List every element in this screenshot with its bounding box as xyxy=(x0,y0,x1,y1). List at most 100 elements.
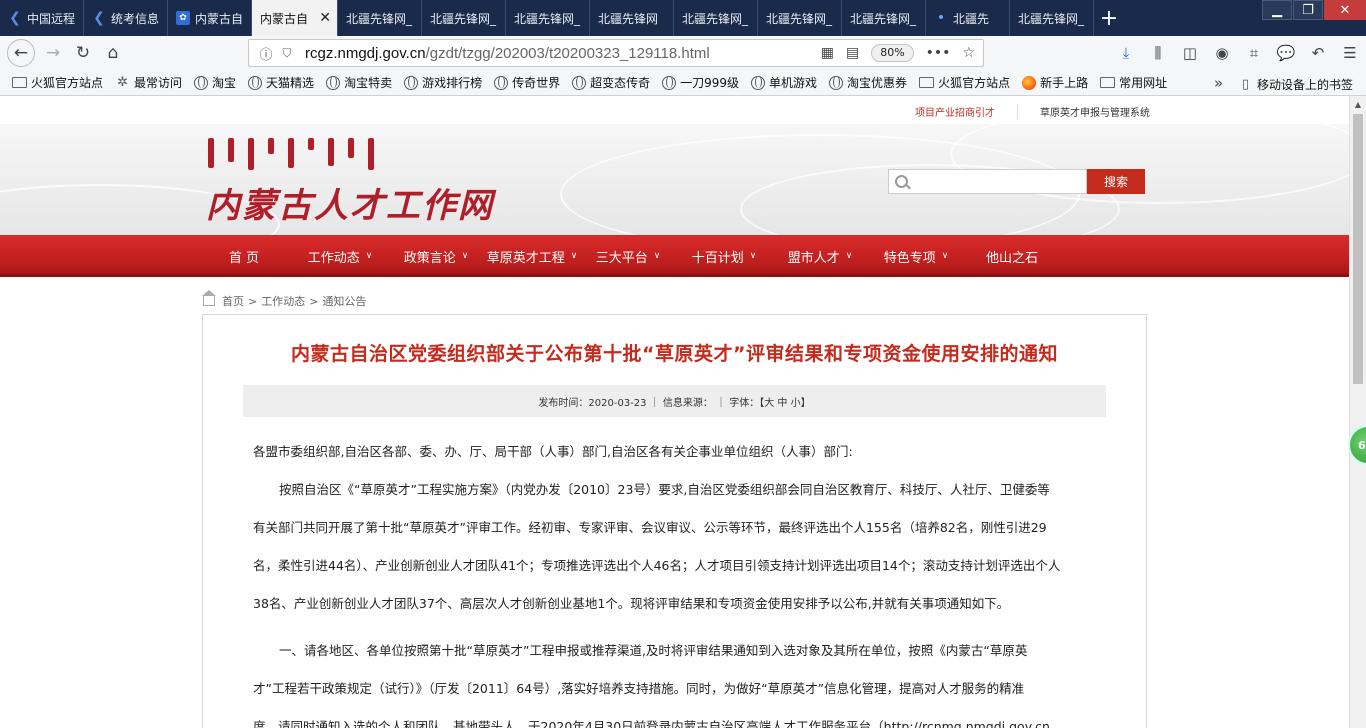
globe-icon xyxy=(248,75,263,90)
undo-icon[interactable]: ↶ xyxy=(1302,44,1334,62)
minimize-icon[interactable]: ▁ xyxy=(1262,0,1292,20)
restore-icon[interactable]: ❐ xyxy=(1293,0,1323,20)
browser-tab[interactable]: 北疆先锋网_ xyxy=(674,0,758,36)
browser-tab-active[interactable]: 内蒙古自 ✕ xyxy=(252,0,338,36)
scrollbar-thumb[interactable] xyxy=(1353,114,1363,384)
top-link-investment[interactable]: 项目产业招商引才 xyxy=(915,104,1018,119)
globe-icon xyxy=(572,75,587,90)
window-close-icon[interactable]: ✕ xyxy=(1324,0,1366,20)
account-icon[interactable]: ◉ xyxy=(1206,44,1238,62)
browser-tab[interactable]: 北疆先锋网_ xyxy=(338,0,422,36)
scroll-up-arrow-icon[interactable]: ▲ xyxy=(1350,96,1366,113)
bookmark-item[interactable]: 一刀999级 xyxy=(662,74,739,91)
page-actions-icon[interactable]: ••• xyxy=(926,45,951,61)
new-tab-button[interactable]: + xyxy=(1094,0,1124,36)
bookmark-label: 一刀999级 xyxy=(680,76,740,90)
reader-view-icon[interactable]: ▤ xyxy=(846,45,859,61)
bookmark-star-icon[interactable]: ☆ xyxy=(962,45,975,61)
browser-tab[interactable]: 北疆先锋网_ xyxy=(758,0,842,36)
paw-icon: ✿ xyxy=(176,11,190,25)
mongolian-script-logo xyxy=(208,138,374,174)
bookmark-item[interactable]: 传奇世界 xyxy=(494,74,560,91)
chevron-down-icon: ∨ xyxy=(845,251,853,261)
download-icon[interactable]: ⤓ xyxy=(1110,44,1142,62)
close-tab-icon[interactable]: ✕ xyxy=(319,10,331,26)
bookmarks-bar: 火狐官方站点 ✲ 最常访问 淘宝 天猫精选 淘宝特卖 游戏排行榜 传奇世界 超变态… xyxy=(0,70,1366,96)
browser-tab[interactable]: 北疆先锋网_ xyxy=(1010,0,1094,36)
bookmark-item[interactable]: 超变态传奇 xyxy=(572,74,650,91)
site-logo[interactable]: 内蒙古人才工作网 xyxy=(206,178,494,227)
browser-tab[interactable]: 北疆先锋网 xyxy=(590,0,674,36)
browser-tab[interactable]: ❮ 中国远程 xyxy=(0,0,84,36)
browser-tab[interactable]: • 北疆先 xyxy=(926,0,1010,36)
bookmark-item[interactable]: 游戏排行榜 xyxy=(404,74,482,91)
search-input[interactable] xyxy=(888,169,1087,194)
nav-item-special-topics[interactable]: 特色专项 ∨ xyxy=(868,235,964,277)
mobile-bookmarks[interactable]: ▯ 移动设备上的书签 xyxy=(1238,76,1353,93)
nav-item-grassland-talent[interactable]: 草原英才工程 ∨ xyxy=(484,235,580,277)
bookmark-item[interactable]: ✲ 最常访问 xyxy=(115,74,182,91)
bookmark-label: 超变态传奇 xyxy=(590,76,651,90)
browser-tab[interactable]: 北疆先锋网_ xyxy=(842,0,926,36)
globe-icon xyxy=(494,75,509,90)
zoom-level[interactable]: 80% xyxy=(871,44,914,62)
nav-item-other-mountains[interactable]: 他山之石 xyxy=(964,235,1060,277)
tab-label: 统考信息 xyxy=(111,11,160,26)
info-icon[interactable]: ⓘ xyxy=(255,44,277,63)
browser-tab[interactable]: 北疆先锋网_ xyxy=(506,0,590,36)
nav-item-league-city-talent[interactable]: 盟市人才 ∨ xyxy=(772,235,868,277)
browser-tab[interactable]: ✿ 内蒙古自 xyxy=(168,0,252,36)
bookmark-item[interactable]: 火狐官方站点 xyxy=(12,74,103,91)
bookmark-item[interactable]: 淘宝 xyxy=(194,74,236,91)
nav-items: 首 页 工作动态 ∨ 政策言论 ∨ 草原英才工程 ∨ 三大平台 ∨ 十百计划 ∨ 盟市人才… xyxy=(196,235,1060,277)
folder-icon xyxy=(919,77,935,88)
reload-icon[interactable]: ↻ xyxy=(68,38,98,68)
bookmark-label: 单机游戏 xyxy=(769,76,818,90)
bookmark-item[interactable]: 淘宝特卖 xyxy=(326,74,392,91)
bookmark-item[interactable]: 新手上路 xyxy=(1022,74,1088,91)
bookmark-item[interactable]: 火狐官方站点 xyxy=(919,74,1010,91)
back-arrow-icon[interactable]: ← xyxy=(7,39,35,67)
tracking-shield-icon[interactable]: ⛉ xyxy=(277,46,297,61)
chevron-down-icon: ∨ xyxy=(653,251,661,261)
breadcrumb-work-news[interactable]: 工作动态 xyxy=(261,293,305,309)
nav-item-ten-hundred-plan[interactable]: 十百计划 ∨ xyxy=(676,235,772,277)
nav-item-work-news[interactable]: 工作动态 ∨ xyxy=(292,235,388,277)
search-button[interactable]: 搜索 xyxy=(1087,169,1145,194)
breadcrumb-notices[interactable]: 通知公告 xyxy=(322,293,366,309)
bookmark-label: 火狐官方站点 xyxy=(31,76,104,90)
chat-icon[interactable]: 💬 xyxy=(1270,44,1302,62)
url-domain: rcgz.nmgdj.gov.cn xyxy=(305,44,426,62)
nav-item-home[interactable]: 首 页 xyxy=(196,235,292,277)
article-line: 38名、产业创新创业人才团队37个、高层次人才创新创业基地1个。现将评审结果和专… xyxy=(253,596,1010,611)
nav-item-three-platforms[interactable]: 三大平台 ∨ xyxy=(580,235,676,277)
firefox-icon xyxy=(1022,75,1037,90)
menu-icon[interactable]: ☰ xyxy=(1334,44,1366,62)
breadcrumb-separator: > xyxy=(248,294,258,308)
nav-label: 特色专项 xyxy=(883,250,936,266)
breadcrumb: 首页 > 工作动态 > 通知公告 xyxy=(202,290,366,309)
breadcrumb-home[interactable]: 首页 xyxy=(222,293,244,309)
screenshot-icon[interactable]: ⌗ xyxy=(1238,44,1270,62)
browser-tab[interactable]: 北疆先锋网_ xyxy=(422,0,506,36)
tab-label: 内蒙古自 xyxy=(195,11,244,26)
chevron-icon: ❮ xyxy=(93,10,105,26)
top-link-talent-system[interactable]: 草原英才申报与管理系统 xyxy=(1018,104,1150,119)
url-text[interactable]: rcgz.nmgdj.gov.cn/gzdt/tzgg/202003/t2020… xyxy=(305,45,710,62)
library-icon[interactable]: ⫼ xyxy=(1142,44,1174,62)
address-bar[interactable]: ⓘ ⛉ rcgz.nmgdj.gov.cn/gzdt/tzgg/202003/t… xyxy=(248,39,984,67)
article-body: 各盟市委组织部,自治区各部、委、办、厅、局干部（人事）部门,自治区各有关企事业单… xyxy=(253,433,1103,728)
qr-code-icon[interactable]: ▦ xyxy=(821,45,834,61)
folder-icon xyxy=(1100,77,1116,88)
bookmark-item[interactable]: 淘宝优惠券 xyxy=(829,74,907,91)
nav-item-policy[interactable]: 政策言论 ∨ xyxy=(388,235,484,277)
vertical-scrollbar[interactable]: ▲ xyxy=(1349,96,1366,728)
browser-tab[interactable]: ❮ 统考信息 xyxy=(84,0,168,36)
home-icon[interactable]: ⌂ xyxy=(98,38,128,68)
bookmarks-overflow-button[interactable]: » xyxy=(1214,70,1223,96)
sidebar-icon[interactable]: ◫ xyxy=(1174,44,1206,62)
bookmark-item[interactable]: 常用网址 xyxy=(1100,74,1167,91)
forward-arrow-icon[interactable]: → xyxy=(38,38,68,68)
bookmark-item[interactable]: 天猫精选 xyxy=(248,74,314,91)
bookmark-item[interactable]: 单机游戏 xyxy=(751,74,817,91)
